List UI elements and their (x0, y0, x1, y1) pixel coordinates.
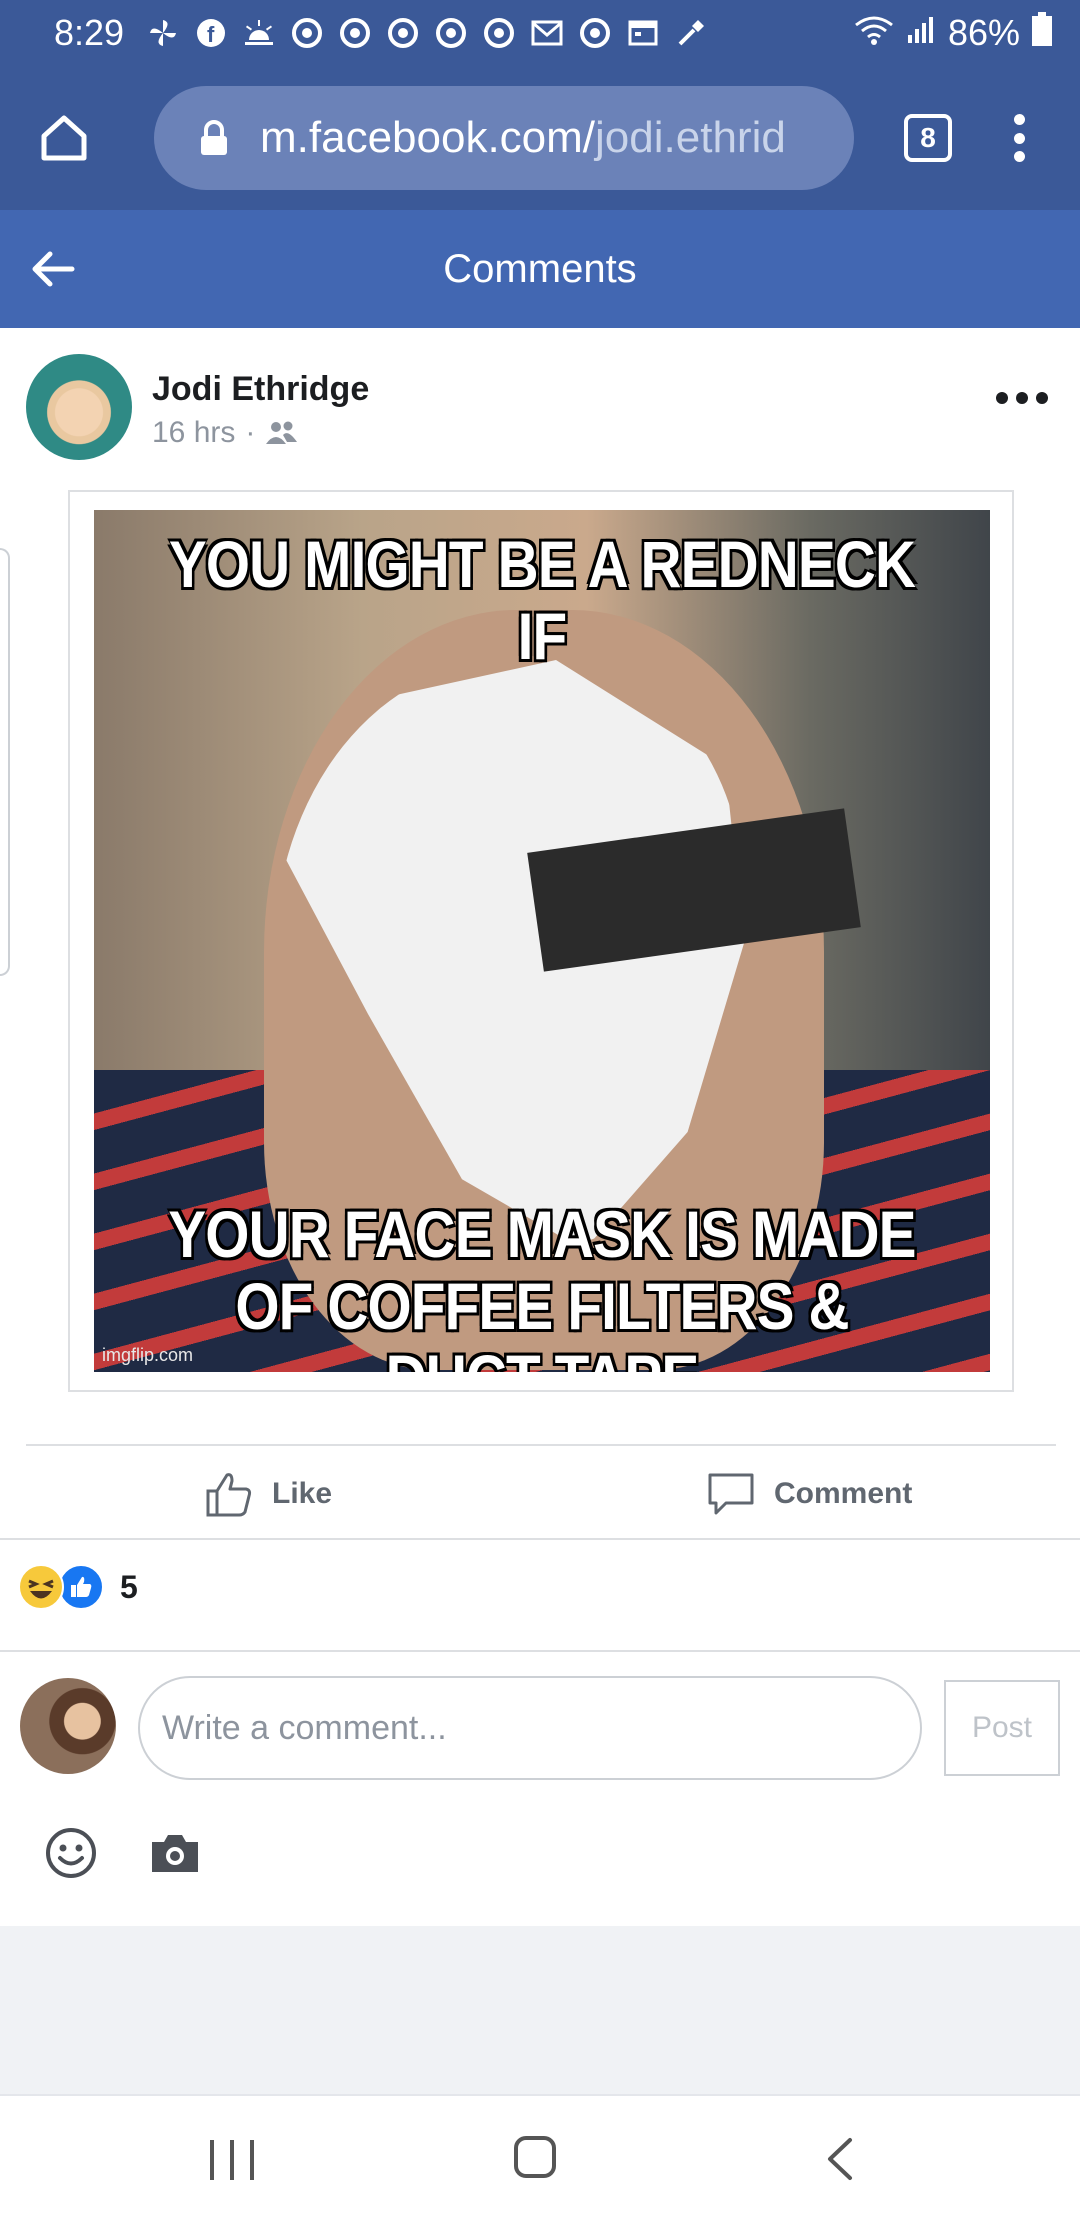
post-time[interactable]: 16 hrs (152, 416, 235, 450)
meme-bottom-text: YOUR FACE MASK IS MADE OF COFFEE FILTERS… (168, 1197, 916, 1372)
options-dot (996, 392, 1008, 404)
status-time: 8:29 (54, 12, 125, 53)
author-avatar[interactable] (26, 354, 132, 460)
browser-menu-button[interactable] (1004, 108, 1034, 168)
like-reaction-icon (58, 1564, 104, 1610)
browser-toolbar: m.facebook.com/jodi.ethrid 8 (0, 66, 1080, 210)
home-button[interactable] (30, 104, 98, 172)
recent-apps-button[interactable] (210, 2140, 254, 2180)
meta-separator: · (245, 416, 256, 449)
battery-icon (1032, 11, 1052, 55)
post-options-button[interactable] (996, 390, 1048, 406)
weather-icon (242, 16, 276, 50)
calendar-icon (626, 16, 660, 50)
haha-reaction-icon (18, 1564, 64, 1610)
comment-button[interactable]: Comment (706, 1466, 912, 1522)
pinwheel-icon (146, 16, 180, 50)
reaction-count: 5 (120, 1568, 138, 1605)
chrome-icon (482, 16, 516, 50)
url-domain: m.facebook.com/ (260, 113, 596, 162)
page-title: Comments (443, 246, 637, 291)
address-bar[interactable]: m.facebook.com/jodi.ethrid (154, 86, 854, 190)
meme-image: YOU MIGHT BE A REDNECK IF YOUR FACE MASK… (94, 510, 990, 1372)
meme-top-text: YOU MIGHT BE A REDNECK IF (168, 527, 916, 673)
thumbs-up-icon (206, 1473, 252, 1517)
post-author[interactable]: Jodi Ethridge (152, 370, 369, 409)
friends-icon (266, 421, 298, 444)
chrome-icon (290, 16, 324, 50)
system-navigation-bar (0, 2094, 1080, 2220)
back-arrow-icon[interactable] (28, 244, 78, 294)
url-path: jodi.ethrid (595, 113, 786, 162)
tab-switcher-button[interactable]: 8 (904, 114, 952, 162)
chrome-icon (434, 16, 468, 50)
status-indicators: 86% (854, 11, 1052, 55)
camera-icon[interactable] (150, 1832, 200, 1874)
menu-dot (1013, 132, 1025, 144)
recent-bar (230, 2140, 234, 2180)
comment-input[interactable]: Write a comment... (138, 1676, 922, 1780)
post-meta: 16 hrs · (152, 416, 299, 450)
side-panel-handle[interactable] (0, 548, 10, 976)
lock-icon (201, 120, 227, 155)
facebook-icon: f (194, 16, 228, 50)
battery-percent: 86% (947, 12, 1020, 53)
status-bar: 8:29 f 86% (0, 0, 1080, 66)
meme-watermark: imgflip.com (102, 1345, 194, 1365)
chrome-icon (578, 16, 612, 50)
divider (0, 1650, 1080, 1652)
recent-bar (250, 2140, 254, 2180)
current-user-avatar (20, 1678, 116, 1774)
emoji-icon[interactable] (44, 1826, 98, 1880)
wifi-icon (854, 12, 894, 54)
menu-dot (1013, 114, 1025, 125)
notification-icons: f (146, 16, 854, 50)
reactions-summary[interactable]: 5 (18, 1562, 138, 1612)
system-back-icon[interactable] (820, 2136, 860, 2182)
signal-icon (906, 12, 936, 54)
post-comment-button[interactable]: Post (944, 1680, 1060, 1776)
divider (26, 1444, 1056, 1446)
url-text: m.facebook.com/jodi.ethrid (260, 113, 786, 163)
recent-bar (210, 2140, 214, 2180)
post-image-frame[interactable]: YOU MIGHT BE A REDNECK IF YOUR FACE MASK… (68, 490, 1014, 1392)
chrome-icon (338, 16, 372, 50)
like-button[interactable]: Like (204, 1466, 332, 1522)
divider (0, 1538, 1080, 1540)
options-dot (1016, 392, 1028, 404)
options-dot (1036, 392, 1048, 404)
like-label: Like (272, 1477, 333, 1510)
svg-text:f: f (207, 22, 215, 47)
comment-label: Comment (774, 1477, 913, 1510)
gmail-icon (530, 16, 564, 50)
chrome-icon (386, 16, 420, 50)
comments-header: Comments (0, 210, 1080, 328)
home-icon (41, 115, 87, 161)
dropper-icon (674, 16, 708, 50)
comment-bubble-icon (708, 1473, 754, 1515)
empty-area (0, 1926, 1080, 2094)
menu-dot (1013, 151, 1025, 162)
system-home-button[interactable] (514, 2136, 556, 2178)
